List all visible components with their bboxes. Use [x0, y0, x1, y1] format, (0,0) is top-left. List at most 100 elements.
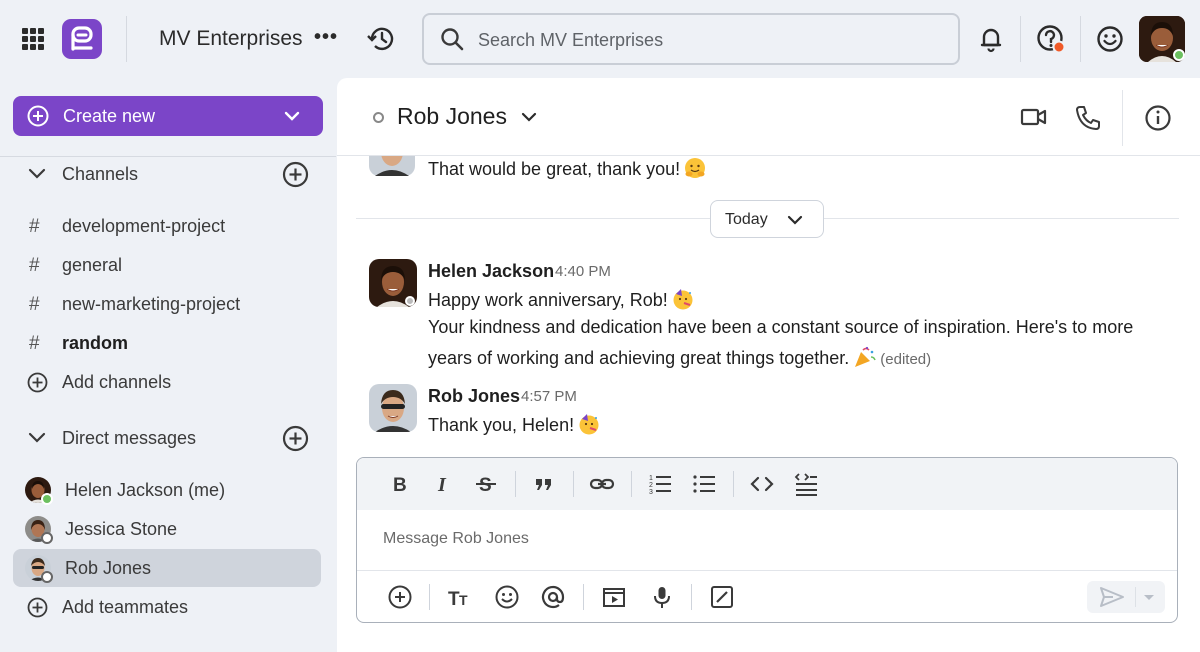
- avatar[interactable]: [369, 384, 417, 432]
- info-icon[interactable]: [1144, 104, 1172, 132]
- message-author[interactable]: Helen Jackson: [428, 261, 554, 282]
- dm-item[interactable]: Jessica Stone: [13, 510, 321, 548]
- message-text: Your kindness and dedication have been a…: [428, 317, 1134, 337]
- channel-item[interactable]: # new-marketing-project: [0, 288, 336, 320]
- avatar: [369, 156, 415, 176]
- video-call-icon[interactable]: [1020, 104, 1048, 130]
- edited-label: (edited): [880, 351, 932, 368]
- offline-status-dot: [41, 532, 53, 544]
- message-text: That would be great, thank you!: [428, 157, 706, 180]
- code-icon[interactable]: [749, 471, 775, 497]
- help-icon[interactable]: [1036, 24, 1066, 54]
- video-clip-icon[interactable]: [601, 584, 627, 610]
- history-icon[interactable]: [366, 25, 396, 53]
- hash-icon: #: [29, 255, 40, 276]
- chevron-down-icon[interactable]: [521, 110, 537, 124]
- message-author[interactable]: Rob Jones: [428, 386, 520, 407]
- chevron-down-icon: [28, 432, 46, 443]
- dm-section-header[interactable]: Direct messages: [0, 422, 336, 454]
- divider: [583, 584, 584, 610]
- chat-panel: Rob Jones That would be great, thank you…: [337, 78, 1200, 652]
- divider: [0, 156, 336, 157]
- dm-label: Direct messages: [62, 428, 197, 448]
- bell-icon[interactable]: [976, 24, 1006, 54]
- italic-icon[interactable]: I: [430, 471, 456, 497]
- search-icon: [441, 28, 464, 51]
- chevron-down-icon: [28, 168, 46, 179]
- caret-down-icon[interactable]: [1142, 593, 1156, 603]
- plus-circle-icon: [27, 372, 48, 393]
- dm-item-active[interactable]: Rob Jones: [13, 549, 321, 587]
- date-divider-button[interactable]: Today: [710, 200, 824, 238]
- channel-item[interactable]: # development-project: [0, 210, 336, 242]
- create-new-button[interactable]: Create new: [13, 96, 323, 136]
- numbered-list-icon[interactable]: 123: [647, 471, 673, 497]
- message-line: years of working and achieving great thi…: [428, 346, 931, 369]
- hugging-emoji-icon: [684, 157, 706, 179]
- svg-text:2: 2: [649, 482, 653, 489]
- create-new-label: Create new: [63, 106, 156, 126]
- send-icon: [1100, 587, 1124, 607]
- channel-label: development-project: [62, 216, 226, 236]
- app-logo[interactable]: [62, 19, 102, 59]
- date-label: Today: [725, 211, 768, 228]
- smiley-icon[interactable]: [1095, 24, 1125, 54]
- message-line: That would be great, thank you!: [428, 159, 681, 179]
- message-text: years of working and achieving great thi…: [428, 348, 850, 368]
- sidebar: Create new Channels # development-projec…: [0, 78, 336, 652]
- search-placeholder: Search MV Enterprises: [478, 30, 664, 50]
- hash-icon: #: [29, 333, 40, 354]
- message-line: Thank you, Helen!: [428, 413, 600, 436]
- app-grid-icon[interactable]: [22, 28, 44, 50]
- channels-section-header[interactable]: Channels: [0, 158, 336, 190]
- message-text: Happy work anniversary, Rob!: [428, 290, 668, 310]
- svg-text:I: I: [437, 474, 447, 496]
- slash-command-icon[interactable]: [709, 584, 735, 610]
- emoji-icon[interactable]: [494, 584, 520, 610]
- party-face-emoji-icon: [578, 413, 600, 435]
- add-channels-button[interactable]: Add channels: [0, 366, 336, 398]
- text-format-icon[interactable]: TT: [447, 584, 473, 610]
- channel-label: random: [62, 333, 129, 353]
- chat-title[interactable]: Rob Jones: [397, 103, 507, 130]
- divider: [126, 16, 127, 62]
- presence-icon: [373, 112, 384, 123]
- channel-item[interactable]: # general: [0, 249, 336, 281]
- strikethrough-icon[interactable]: S: [473, 471, 499, 497]
- link-icon[interactable]: [589, 471, 615, 497]
- divider: [1020, 16, 1021, 62]
- divider: [573, 471, 574, 497]
- channel-label: new-marketing-project: [62, 294, 241, 314]
- send-button[interactable]: [1087, 581, 1165, 613]
- microphone-icon[interactable]: [649, 584, 675, 610]
- svg-text:B: B: [393, 475, 407, 496]
- plus-circle-icon: [27, 105, 49, 127]
- message-line: Happy work anniversary, Rob!: [428, 288, 694, 311]
- formatting-toolbar: B I S 123: [357, 458, 1177, 510]
- channel-item[interactable]: # random: [0, 327, 336, 359]
- message-text: Thank you, Helen!: [428, 415, 575, 435]
- search-input[interactable]: Search MV Enterprises: [422, 13, 960, 65]
- code-block-icon[interactable]: [793, 471, 819, 497]
- quote-icon[interactable]: [531, 471, 557, 497]
- add-teammates-button[interactable]: Add teammates: [0, 591, 336, 623]
- add-channel-icon[interactable]: [282, 161, 309, 188]
- svg-text:3: 3: [649, 489, 653, 496]
- message-input[interactable]: Message Rob Jones: [383, 530, 529, 548]
- dm-item[interactable]: Helen Jackson (me): [13, 471, 321, 509]
- more-options-icon[interactable]: •••: [314, 26, 338, 49]
- svg-text:T: T: [459, 592, 468, 608]
- message-time: 4:57 PM: [521, 388, 577, 405]
- status-dot: [405, 296, 415, 306]
- add-attachment-icon[interactable]: [387, 584, 413, 610]
- online-status-dot: [41, 493, 53, 505]
- org-name[interactable]: MV Enterprises: [159, 27, 303, 51]
- add-teammates-label: Add teammates: [62, 597, 189, 617]
- phone-icon[interactable]: [1074, 104, 1102, 132]
- bullet-list-icon[interactable]: [691, 471, 717, 497]
- bold-icon[interactable]: B: [386, 471, 412, 497]
- message-time: 4:40 PM: [555, 263, 611, 280]
- mention-icon[interactable]: [540, 584, 566, 610]
- add-dm-icon[interactable]: [282, 425, 309, 452]
- divider: [429, 584, 430, 610]
